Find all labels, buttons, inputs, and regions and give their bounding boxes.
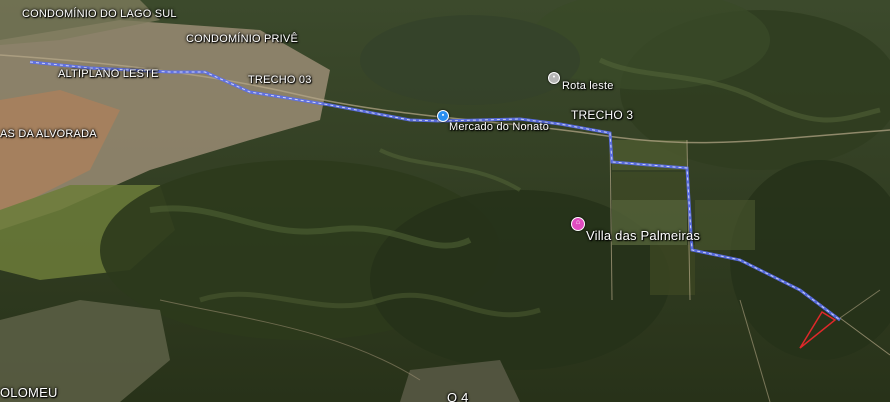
label-altiplano-leste: ALTIPLANO LESTE bbox=[58, 68, 159, 80]
label-q4: Q 4 bbox=[447, 390, 469, 402]
area-outline bbox=[799, 310, 837, 349]
label-condominio-prive: CONDOMÍNIO PRIVÊ bbox=[186, 33, 298, 45]
pin-icon[interactable]: • bbox=[548, 72, 560, 84]
shopping-icon[interactable]: ▪ bbox=[437, 110, 449, 122]
label-rota-leste[interactable]: Rota leste bbox=[562, 80, 614, 92]
label-trecho-3: TRECHO 3 bbox=[571, 108, 634, 122]
label-mercado[interactable]: Mercado do Nonato bbox=[449, 121, 549, 133]
label-alvorada: AS DA ALVORADA bbox=[0, 128, 97, 140]
label-condominio-lago-sul: CONDOMÍNIO DO LAGO SUL bbox=[22, 8, 177, 20]
home-icon[interactable]: ⌂ bbox=[571, 217, 585, 231]
label-villa-das-palmeiras[interactable]: Villa das Palmeiras bbox=[586, 228, 700, 243]
map-view[interactable]: CONDOMÍNIO DO LAGO SUL CONDOMÍNIO PRIVÊ … bbox=[0, 0, 890, 402]
route-line bbox=[29, 60, 841, 349]
label-trecho-03: TRECHO 03 bbox=[248, 74, 312, 86]
label-olomeu: OLOMEU bbox=[0, 385, 58, 400]
